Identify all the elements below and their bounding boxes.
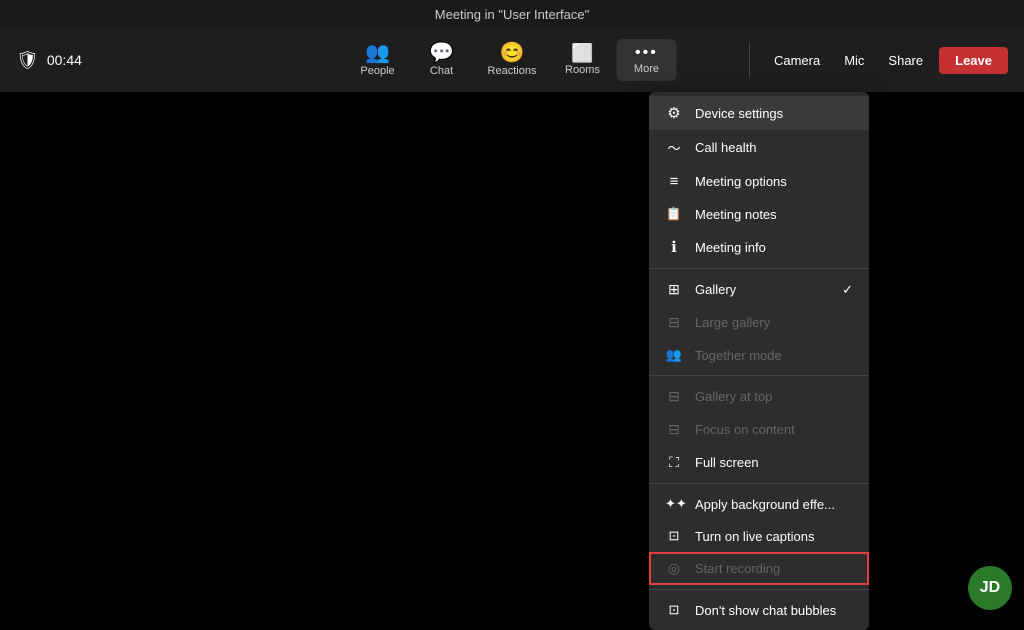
reactions-label: Reactions [488, 65, 537, 77]
menu-item-meeting-info[interactable]: ℹ Meeting info [649, 230, 869, 264]
chat-button[interactable]: 💬 Chat [412, 37, 472, 83]
dropdown-scroll[interactable]: ⚙ Device settings 〜 Call health ≡ Meetin… [649, 96, 869, 626]
meeting-options-icon: ≡ [665, 173, 683, 190]
leave-button[interactable]: Leave [939, 47, 1008, 74]
meeting-main-area [0, 92, 1024, 622]
people-button[interactable]: 👥 People [348, 37, 408, 83]
leave-label: Leave [955, 53, 992, 68]
start-recording-icon: ◎ [665, 560, 683, 577]
menu-item-background-effects[interactable]: ✦✦ Apply background effe... [649, 488, 869, 520]
menu-item-full-screen[interactable]: ⛶ Full screen [649, 446, 869, 479]
chat-bubbles-label: Don't show chat bubbles [695, 603, 853, 618]
meeting-notes-label: Meeting notes [695, 207, 853, 222]
more-label: More [634, 63, 659, 75]
menu-item-meeting-notes[interactable]: 📋 Meeting notes [649, 198, 869, 230]
toolbar-right: Camera Mic Share Leave [741, 42, 1024, 78]
live-captions-icon: ⊡ [665, 528, 683, 544]
separator-4 [649, 589, 869, 590]
toolbar-center: 👥 People 💬 Chat 😊 Reactions ⬜ Rooms ••• … [348, 37, 677, 83]
meeting-notes-icon: 📋 [665, 206, 683, 222]
menu-item-call-health[interactable]: 〜 Call health [649, 130, 869, 165]
meeting-info-label: Meeting info [695, 240, 853, 255]
menu-item-focus-on-content: ⊟ Focus on content [649, 413, 869, 446]
menu-item-start-recording[interactable]: ◎ Start recording [649, 552, 869, 585]
rooms-button[interactable]: ⬜ Rooms [552, 38, 612, 82]
large-gallery-label: Large gallery [695, 315, 853, 330]
chat-label: Chat [430, 65, 453, 77]
background-effects-label: Apply background effe... [695, 497, 853, 512]
shield-icon: 🛡 [16, 50, 39, 71]
toolbar: 🛡 00:44 👥 People 💬 Chat 😊 Reactions ⬜ Ro… [0, 28, 1024, 92]
title-bar: Meeting in "User Interface" [0, 0, 1024, 28]
live-captions-label: Turn on live captions [695, 529, 853, 544]
full-screen-label: Full screen [695, 455, 853, 470]
device-settings-label: Device settings [695, 106, 853, 121]
start-recording-label: Start recording [695, 561, 853, 576]
large-gallery-icon: ⊟ [665, 314, 683, 331]
chat-icon: 💬 [429, 43, 454, 63]
gallery-checkmark: ✓ [842, 282, 853, 298]
menu-item-device-settings[interactable]: ⚙ Device settings [649, 96, 869, 130]
menu-item-gallery-at-top: ⊟ Gallery at top [649, 380, 869, 413]
together-mode-label: Together mode [695, 348, 853, 363]
meeting-timer: 00:44 [47, 52, 82, 68]
reactions-button[interactable]: 😊 Reactions [476, 37, 549, 83]
gallery-icon: ⊞ [665, 281, 683, 298]
separator-1 [649, 268, 869, 269]
call-health-label: Call health [695, 140, 853, 155]
full-screen-icon: ⛶ [665, 454, 683, 471]
separator-2 [649, 375, 869, 376]
call-health-icon: 〜 [665, 138, 683, 157]
people-label: People [360, 65, 394, 77]
camera-button[interactable]: Camera [766, 49, 828, 72]
menu-item-live-captions[interactable]: ⊡ Turn on live captions [649, 520, 869, 552]
menu-item-together-mode: 👥 Together mode [649, 339, 869, 371]
avatar-initials: JD [980, 579, 1000, 597]
user-avatar: JD [968, 566, 1012, 610]
gallery-label: Gallery [695, 282, 830, 297]
menu-item-chat-bubbles[interactable]: ⊡ Don't show chat bubbles [649, 594, 869, 626]
focus-on-content-icon: ⊟ [665, 421, 683, 438]
meeting-info-icon: ℹ [665, 238, 683, 256]
together-mode-icon: 👥 [665, 347, 683, 363]
chat-bubbles-icon: ⊡ [665, 602, 683, 618]
gallery-at-top-icon: ⊟ [665, 388, 683, 405]
menu-item-gallery[interactable]: ⊞ Gallery ✓ [649, 273, 869, 306]
reactions-icon: 😊 [500, 43, 525, 63]
more-button[interactable]: ••• More [616, 39, 676, 81]
share-button[interactable]: Share [880, 49, 931, 72]
toolbar-divider [749, 42, 750, 78]
rooms-icon: ⬜ [571, 44, 593, 62]
more-icon: ••• [635, 45, 658, 61]
gallery-at-top-label: Gallery at top [695, 389, 853, 404]
menu-item-large-gallery: ⊟ Large gallery [649, 306, 869, 339]
menu-item-meeting-options[interactable]: ≡ Meeting options [649, 165, 869, 198]
title-text: Meeting in "User Interface" [435, 7, 589, 22]
background-effects-icon: ✦✦ [665, 496, 683, 512]
more-dropdown-menu: ⚙ Device settings 〜 Call health ≡ Meetin… [649, 92, 869, 630]
mic-button[interactable]: Mic [836, 49, 872, 72]
device-settings-icon: ⚙ [665, 104, 683, 122]
separator-3 [649, 483, 869, 484]
meeting-options-label: Meeting options [695, 174, 853, 189]
rooms-label: Rooms [565, 64, 600, 76]
focus-on-content-label: Focus on content [695, 422, 853, 437]
people-icon: 👥 [365, 43, 390, 63]
